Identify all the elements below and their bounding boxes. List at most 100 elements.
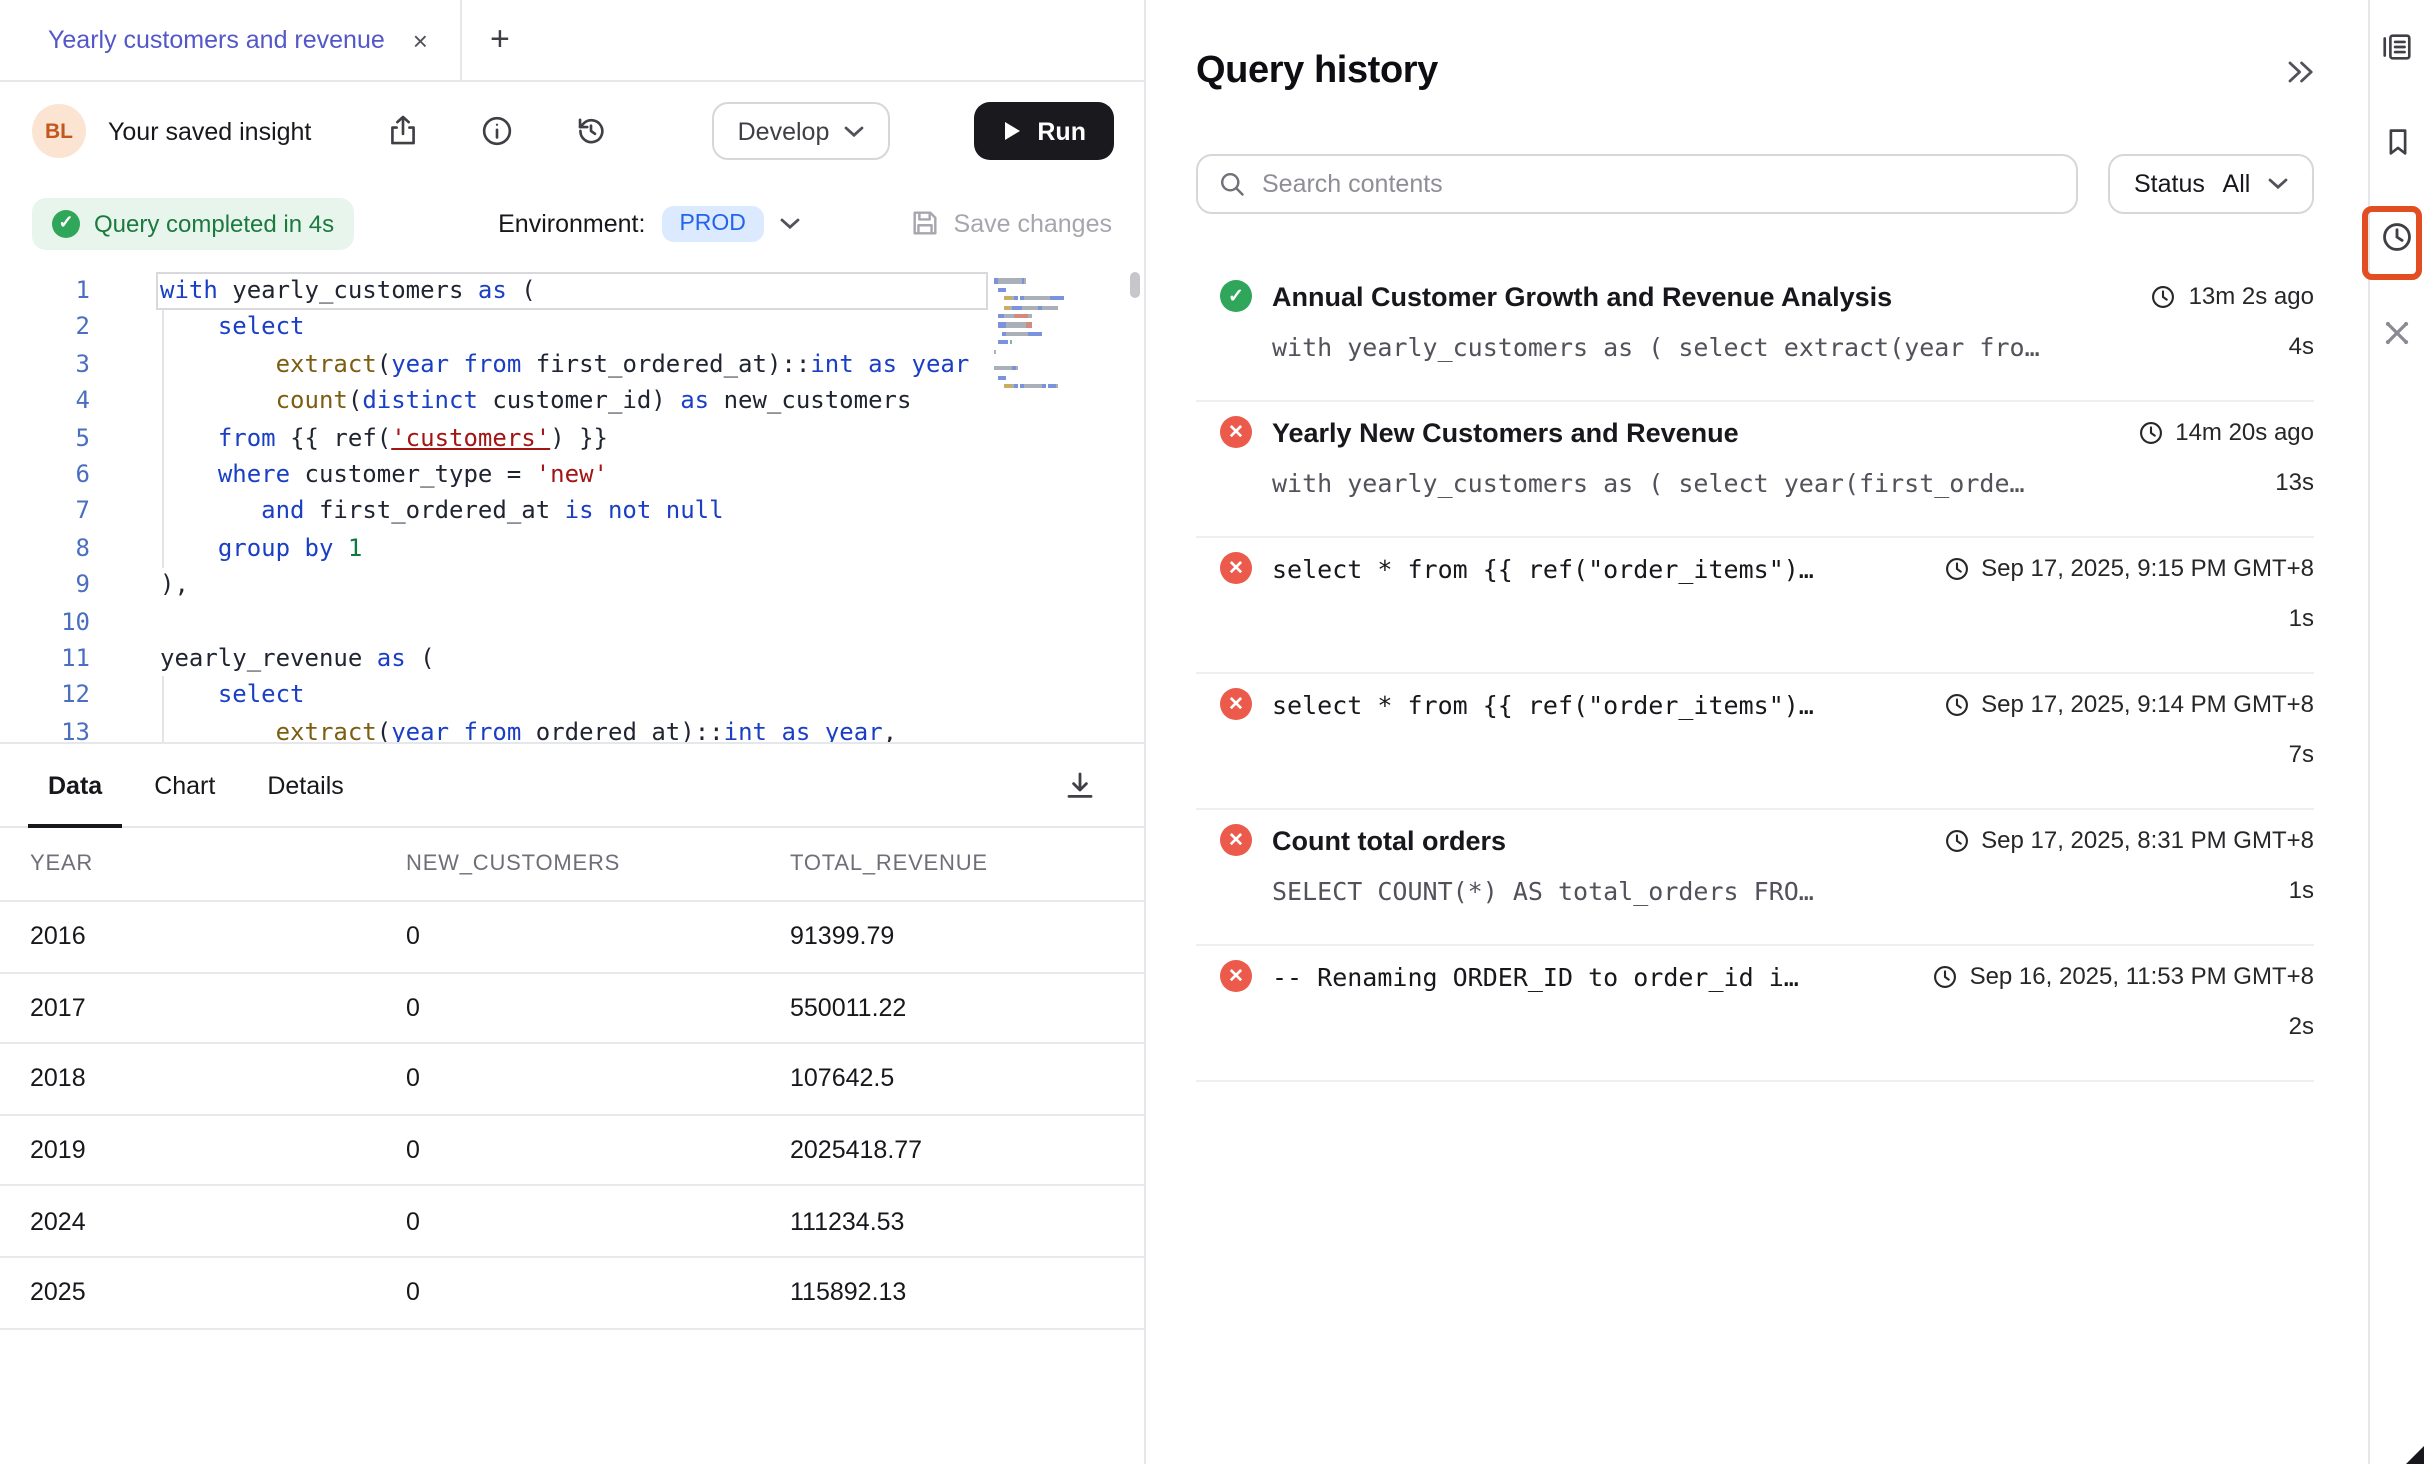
editor-scrollbar[interactable] [1130,272,1140,298]
code-line: 11yearly_revenue as ( [0,640,1144,677]
query-history-entry[interactable]: ✕ select * from {{ ref("order_items")… S… [1196,674,2314,810]
chevron-down-icon [843,125,863,137]
entry-detail-row: 7s [1196,732,2314,776]
editor-panel: Yearly customers and revenue × + BL Your… [0,0,1146,1464]
column-header-year: YEAR [30,852,406,876]
play-icon [1001,120,1021,142]
cell-new-customers: 0 [406,1279,790,1307]
run-label: Run [1037,117,1086,145]
query-history-entry[interactable]: ✕ Count total orders Sep 17, 2025, 8:31 … [1196,810,2314,946]
query-snippet: with yearly_customers as ( select year(f… [1272,467,2025,497]
tab-yearly-customers-and-revenue[interactable]: Yearly customers and revenue × [0,0,462,80]
cell-new-customers: 0 [406,994,790,1022]
query-timestamp: 13m 2s ago [2151,282,2314,310]
cell-new-customers: 0 [406,1065,790,1093]
query-status-badge: ✓ Query completed in 4s [32,197,354,249]
tab-data[interactable]: Data [28,744,122,826]
cell-year: 2024 [30,1207,406,1235]
table-row: 2018 0 107642.5 [0,1044,1144,1115]
tab-details[interactable]: Details [247,744,363,826]
cell-total-revenue: 91399.79 [790,923,1144,951]
column-header-new-customers: NEW_CUSTOMERS [406,852,790,876]
query-snippet: with yearly_customers as ( select extrac… [1272,331,2040,361]
collapse-panel-button[interactable] [2286,60,2314,84]
app-window: Yearly customers and revenue × + BL Your… [0,0,2424,1464]
save-changes-label: Save changes [954,209,1112,237]
info-button[interactable] [480,114,514,148]
bookmark-icon [2381,126,2413,158]
check-icon: ✓ [52,209,80,237]
insight-title: Your saved insight [108,117,311,145]
query-title: Yearly New Customers and Revenue [1272,417,1739,447]
bookmarks-button[interactable] [2381,126,2413,158]
query-history-header: Query history [1196,48,2314,96]
query-history-button[interactable] [2380,220,2414,254]
tab-chart[interactable]: Chart [134,744,235,826]
query-status-text: Query completed in 4s [94,209,334,237]
status-filter-dropdown[interactable]: Status All [2108,154,2314,214]
header-actions: Develop Run [386,102,1114,160]
code-line: 7 and first_ordered_at is not null [0,493,1144,530]
status-icon: ✕ [1220,960,1252,992]
entry-title-row: ✕ Count total orders Sep 17, 2025, 8:31 … [1196,818,2314,862]
entry-title-row: ✕ select * from {{ ref("order_items")… S… [1196,546,2314,590]
code-line: 12 select [0,677,1144,714]
query-history-entry[interactable]: ✕ -- Renaming ORDER_ID to order_id i… Se… [1196,946,2314,1082]
timestamp-text: Sep 16, 2025, 11:53 PM GMT+8 [1970,962,2314,990]
query-timestamp: Sep 17, 2025, 9:15 PM GMT+8 [1943,554,2314,582]
query-history-entry[interactable]: ✕ Yearly New Customers and Revenue 14m 2… [1196,402,2314,538]
environment-selector[interactable]: Environment: PROD [498,205,800,241]
history-clock-icon [2380,220,2414,254]
status-icon: ✕ [1220,416,1252,448]
column-header-total-revenue: TOTAL_REVENUE [790,852,1144,876]
search-box[interactable] [1196,154,2078,214]
develop-dropdown[interactable]: Develop [712,102,890,160]
query-duration: 7s [2289,740,2314,768]
share-icon [386,114,420,148]
cell-total-revenue: 111234.53 [790,1207,1144,1235]
query-history-entry[interactable]: ✓ Annual Customer Growth and Revenue Ana… [1196,266,2314,402]
new-tab-button[interactable]: + [462,0,538,80]
query-history-list: ✓ Annual Customer Growth and Revenue Ana… [1196,266,2314,1082]
query-title: select * from {{ ref("order_items")… [1272,689,1814,719]
history-icon [574,114,608,148]
download-results-button[interactable] [1064,744,1096,826]
search-input[interactable] [1262,170,2056,198]
timestamp-text: 13m 2s ago [2189,282,2314,310]
table-row: 2017 0 550011.22 [0,973,1144,1044]
save-changes-button[interactable]: Save changes [910,208,1112,238]
chevron-down-icon [2268,178,2288,190]
entry-title-row: ✕ -- Renaming ORDER_ID to order_id i… Se… [1196,954,2314,998]
share-button[interactable] [386,114,420,148]
cell-year: 2019 [30,1136,406,1164]
close-icon[interactable]: × [413,27,428,53]
insight-header: BL Your saved insight [0,82,1144,180]
version-history-button[interactable] [574,114,608,148]
clock-icon [1932,963,1958,989]
table-row: 2019 0 2025418.77 [0,1116,1144,1187]
cell-year: 2016 [30,923,406,951]
editor-minimap[interactable] [994,278,1106,392]
results-tab-bar: Data Chart Details [0,744,1144,828]
query-history-entry[interactable]: ✕ select * from {{ ref("order_items")… S… [1196,538,2314,674]
query-title: -- Renaming ORDER_ID to order_id i… [1272,961,1799,991]
environment-badge: PROD [661,205,763,241]
lineage-button[interactable] [2380,316,2414,350]
clock-icon [1943,691,1969,717]
indent-guide [162,676,164,744]
resize-corner [2406,1446,2424,1464]
chevron-down-icon [780,217,800,229]
cell-total-revenue: 550011.22 [790,994,1144,1022]
sql-code-editor[interactable]: 1with yearly_customers as (2 select3 ext… [0,266,1144,744]
query-queue-button[interactable] [2380,30,2414,64]
query-status-bar: ✓ Query completed in 4s Environment: PRO… [0,180,1144,266]
query-timestamp: Sep 17, 2025, 9:14 PM GMT+8 [1943,690,2314,718]
right-icon-rail [2368,0,2424,1464]
code-line: 6 where customer_type = 'new' [0,456,1144,493]
clock-icon [1943,555,1969,581]
run-button[interactable]: Run [973,102,1114,160]
environment-label: Environment: [498,209,645,237]
entry-detail-row: 1s [1196,596,2314,640]
timestamp-text: 14m 20s ago [2175,418,2314,446]
code-line: 5 from {{ ref('customers') }} [0,419,1144,456]
